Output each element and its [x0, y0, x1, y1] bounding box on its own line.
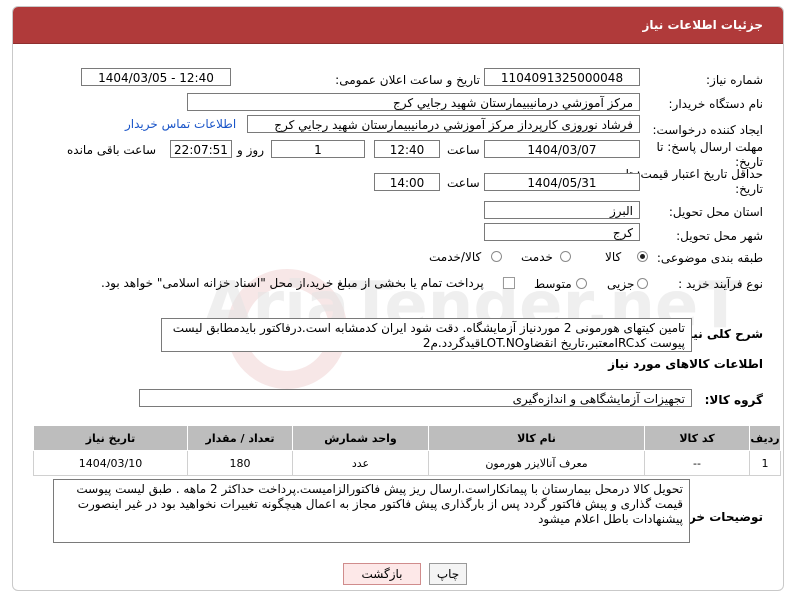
cell-quantity: 180 — [187, 450, 293, 476]
col-unit: واحد شمارش — [292, 425, 429, 451]
announce-date-field[interactable]: 1404/03/05 - 12:40 — [81, 68, 231, 86]
deadline-label: مهلت ارسال پاسخ: تا تاریخ: — [656, 140, 763, 169]
cell-need-date: 1404/03/10 — [33, 450, 188, 476]
deadline-date-field[interactable]: 1404/03/07 — [484, 140, 640, 158]
category-radio-service[interactable] — [560, 251, 571, 262]
cell-item-name: معرف آنالایزر هورمون — [428, 450, 645, 476]
need-number-label: شماره نیاز: — [706, 73, 763, 87]
buyer-org-label: نام دستگاه خریدار: — [668, 97, 764, 111]
process-option-minor: جزیی — [607, 277, 635, 291]
buyer-contact-link-text[interactable]: اطلاعات تماس خریدار — [125, 117, 236, 131]
buyer-notes-textarea[interactable]: تحویل کالا درمحل بیمارستان با پیمانکاراس… — [53, 479, 690, 543]
buyer-contact-link[interactable]: اطلاعات تماس خریدار — [125, 117, 236, 131]
category-label: طبقه بندی موضوعی: — [656, 251, 763, 265]
process-radio-medium[interactable] — [576, 278, 587, 289]
cell-item-code: -- — [644, 450, 750, 476]
city-label: شهر محل تحویل: — [676, 229, 763, 243]
page-title: جزئیات اطلاعات نیاز — [642, 18, 763, 32]
panel-header: جزئیات اطلاعات نیاز — [13, 7, 783, 44]
treasury-payment-note: پرداخت تمام یا بخشی از مبلغ خرید،از محل … — [101, 276, 484, 290]
announce-date-label: تاریخ و ساعت اعلان عمومی: — [335, 73, 480, 87]
col-item-name: نام کالا — [428, 425, 645, 451]
province-label: استان محل تحویل: — [668, 205, 763, 219]
process-option-medium: متوسط — [534, 277, 572, 291]
city-field[interactable]: کرج — [484, 223, 640, 241]
col-need-date: تاریخ نیاز — [33, 425, 188, 451]
remaining-time-label: ساعت باقی مانده — [67, 143, 157, 157]
goods-table: ردیف کد کالا نام کالا واحد شمارش تعداد /… — [33, 425, 781, 476]
validity-date-field[interactable]: 1404/05/31 — [484, 173, 640, 191]
category-radio-goods[interactable] — [637, 251, 648, 262]
col-row-number: ردیف — [749, 425, 781, 451]
cell-unit: عدد — [292, 450, 429, 476]
validity-time-label: ساعت — [447, 176, 480, 190]
goods-group-label: گروه کالا: — [704, 393, 763, 407]
goods-table-header: ردیف کد کالا نام کالا واحد شمارش تعداد /… — [33, 425, 781, 451]
print-button[interactable]: چاپ — [429, 563, 467, 585]
goods-group-field[interactable]: تجهیزات آزمایشگاهی و اندازه‌گیری — [139, 389, 692, 407]
need-number-field[interactable]: 1104091325000048 — [484, 68, 640, 86]
deadline-time-label: ساعت — [447, 143, 480, 157]
back-button[interactable]: بازگشت — [343, 563, 421, 585]
remaining-time-field[interactable]: 22:07:51 — [170, 140, 232, 158]
goods-section-title: اطلاعات کالاهای مورد نیاز — [608, 357, 763, 371]
col-quantity: تعداد / مقدار — [187, 425, 293, 451]
cell-row-number: 1 — [749, 450, 781, 476]
requester-label: ایجاد کننده درخواست: — [652, 123, 763, 137]
deadline-time-field[interactable]: 12:40 — [374, 140, 440, 158]
category-option-service: خدمت — [521, 250, 553, 264]
requester-field[interactable]: فرشاد نوروزی کارپرداز مرکز آموزشي درماني… — [247, 115, 640, 133]
summary-textarea[interactable]: تامین کیتهای هورمونی 2 موردنیاز آزمایشگا… — [161, 318, 692, 352]
buyer-org-field[interactable]: مرکز آموزشي درمانيبيمارستان شهيد رجايي ک… — [187, 93, 640, 111]
treasury-payment-checkbox[interactable] — [503, 277, 515, 289]
process-label: نوع فرآیند خرید : — [678, 277, 763, 291]
table-row[interactable]: 1 -- معرف آنالایزر هورمون عدد 180 1404/0… — [33, 450, 781, 476]
process-radio-minor[interactable] — [637, 278, 648, 289]
validity-time-field[interactable]: 14:00 — [374, 173, 440, 191]
col-item-code: کد کالا — [644, 425, 750, 451]
deadline-days-label: روز و — [237, 143, 264, 157]
category-option-goods-service: کالا/خدمت — [429, 250, 482, 264]
validity-label: حداقل تاریخ اعتبار قیمت: تا تاریخ: — [625, 167, 763, 196]
details-panel: جزئیات اطلاعات نیاز AriaTender.neT شماره… — [12, 6, 784, 591]
category-radio-goods-service[interactable] — [491, 251, 502, 262]
province-field[interactable]: البرز — [484, 201, 640, 219]
deadline-days-field[interactable]: 1 — [271, 140, 365, 158]
category-option-goods: کالا — [605, 250, 622, 264]
